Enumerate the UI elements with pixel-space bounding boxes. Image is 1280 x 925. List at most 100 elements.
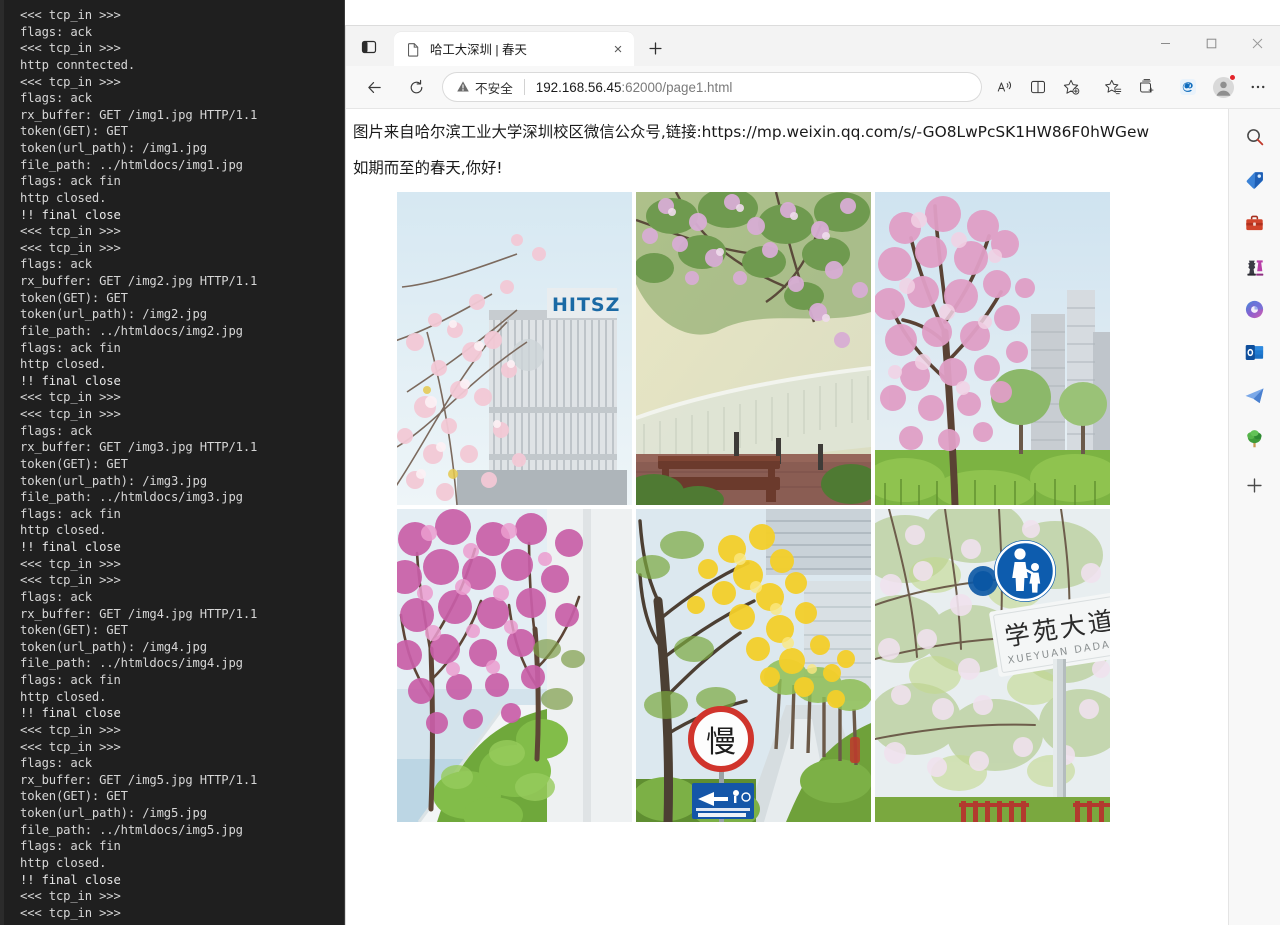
add-sidebar-app-icon[interactable] [1239,469,1271,501]
terminal-line: <<< tcp_in >>> [20,556,121,571]
telegram-icon[interactable] [1239,379,1271,411]
terminal-line: <<< tcp_in >>> [20,573,121,588]
url-host: 192.168.56.45 [535,79,622,95]
terminal-line: flags: ack [20,91,92,106]
shopping-tag-icon[interactable] [1239,164,1271,196]
terminal-line: token(GET): GET [20,290,128,305]
vertical-tabs-icon[interactable] [352,31,386,63]
terminal-line: !! final close [20,373,121,388]
terminal-line: flags: ack fin [20,506,121,521]
add-favorite-icon[interactable] [1055,71,1087,103]
svg-text:HITSZ: HITSZ [552,294,620,316]
gallery-row-1: HITSZ [397,191,1228,505]
page-paragraph-source: 图片来自哈尔滨工业大学深圳校区微信公众号,链接:https://mp.weixi… [353,123,1150,141]
terminal-line: flags: ack fin [20,340,121,355]
terminal-line: flags: ack fin [20,839,121,854]
refresh-icon[interactable] [400,71,432,103]
tab-strip: 哈工大深圳 | 春天 × [346,26,1280,66]
notification-badge [1229,74,1236,81]
content-area: 图片来自哈尔滨工业大学深圳校区微信公众号,链接:https://mp.weixi… [346,109,1280,925]
profile-avatar[interactable] [1208,72,1238,102]
terminal-line: <<< tcp_in >>> [20,905,121,920]
terminal-line: <<< tcp_in >>> [20,8,121,22]
terminal-line: <<< tcp_in >>> [20,407,121,421]
terminal-line: flags: ack [20,423,92,438]
security-warning[interactable]: 不安全 [456,78,513,97]
games-icon[interactable] [1239,250,1271,282]
back-arrow-icon[interactable] [358,71,390,103]
omnibox-divider [523,79,525,95]
terminal-line: token(url_path): /img4.jpg [20,639,207,654]
terminal-line: file_path: ../htmldocs/img5.jpg [20,822,243,837]
terminal-line: token(GET): GET [20,789,128,804]
browser-toolbar: 不安全 192.168.56.45:62000/page1.html [346,66,1280,109]
terminal-line: file_path: ../htmldocs/img1.jpg [20,157,243,172]
gallery-image-5[interactable]: 慢 [636,508,871,822]
url-text: 192.168.56.45:62000/page1.html [536,80,733,95]
gallery-image-1[interactable]: HITSZ [397,191,632,505]
terminal-line: !! final close [20,872,121,887]
tab-title: 哈工大深圳 | 春天 [430,43,527,57]
copilot-icon[interactable] [1239,293,1271,325]
terminal-line: http closed. [20,190,107,205]
terminal-line: flags: ack [20,257,92,272]
terminal-console[interactable]: <<< tcp_in >>> flags: ack <<< tcp_in >>> ht… [0,0,345,925]
terminal-line: <<< tcp_in >>> [20,41,121,56]
terminal-line: http closed. [20,523,107,538]
terminal-line: <<< tcp_in >>> [20,722,121,737]
gallery-row-2: 慢 学苑大道 XUEYUAN DADAO [397,508,1228,822]
terminal-line: http closed. [20,855,107,870]
terminal-line: token(GET): GET [20,456,128,471]
new-tab-button[interactable] [640,33,670,63]
terminal-line: !! final close [20,207,121,222]
terminal-line: file_path: ../htmldocs/img3.jpg [20,490,243,505]
image-gallery: HITSZ 慢 学苑大道 XUEYUAN DADAO [346,191,1228,822]
collections-icon[interactable] [1130,71,1162,103]
web-page: 图片来自哈尔滨工业大学深圳校区微信公众号,链接:https://mp.weixi… [346,109,1229,925]
terminal-line: !! final close [20,706,121,721]
screen: <<< tcp_in >>> flags: ack <<< tcp_in >>> ht… [0,0,1280,925]
terminal-line: http closed. [20,357,107,372]
terminal-line: flags: ack [20,24,92,39]
terminal-line: token(url_path): /img2.jpg [20,307,207,322]
gallery-image-6[interactable]: 学苑大道 XUEYUAN DADAO [875,508,1110,822]
settings-more-icon[interactable] [1242,71,1274,103]
terminal-line: token(url_path): /img5.jpg [20,806,207,820]
terminal-log: <<< tcp_in >>> flags: ack <<< tcp_in >>> ht… [20,7,344,921]
gallery-image-2[interactable] [636,191,871,505]
terminal-line: rx_buffer: GET /img2.jpg HTTP/1.1 [20,274,258,288]
minimize-button[interactable] [1142,26,1188,60]
terminal-line: file_path: ../htmldocs/img4.jpg [20,656,243,671]
url-path: :62000/page1.html [621,79,733,95]
terminal-line: token(url_path): /img1.jpg [20,141,207,155]
warning-triangle-icon [457,81,469,92]
close-icon[interactable]: × [608,39,628,59]
browser-tab[interactable]: 哈工大深圳 | 春天 × [394,32,634,66]
gallery-image-3[interactable] [875,191,1110,505]
terminal-line: rx_buffer: GET /img1.jpg HTTP/1.1 [20,107,258,122]
terminal-line: rx_buffer: GET /img3.jpg HTTP/1.1 [20,440,258,455]
terminal-line: <<< tcp_in >>> [20,889,121,904]
read-aloud-icon[interactable] [989,71,1021,103]
terminal-line: flags: ack fin [20,673,121,687]
split-screen-icon[interactable] [1022,71,1054,103]
terminal-line: flags: ack [20,589,92,604]
window-controls [1142,26,1280,60]
search-icon[interactable] [1239,121,1271,153]
close-window-button[interactable] [1234,26,1280,60]
maximize-button[interactable] [1188,26,1234,60]
gallery-image-4[interactable] [397,508,632,822]
tree-icon[interactable] [1239,422,1271,454]
tools-briefcase-icon[interactable] [1239,207,1271,239]
copilot-icon[interactable] [1172,71,1204,103]
outlook-icon[interactable] [1239,336,1271,368]
terminal-line: token(GET): GET [20,623,128,638]
terminal-line: rx_buffer: GET /img4.jpg HTTP/1.1 [20,606,258,621]
favorites-icon[interactable] [1097,71,1129,103]
terminal-line: <<< tcp_in >>> [20,390,121,405]
terminal-line: !! final close [20,540,121,554]
terminal-line: token(GET): GET [20,124,128,139]
address-bar[interactable]: 不安全 192.168.56.45:62000/page1.html [442,72,982,102]
browser-window: 哈工大深圳 | 春天 × 不安全 192.168.56.45:62000/pag… [345,25,1280,925]
document-icon [405,41,421,57]
